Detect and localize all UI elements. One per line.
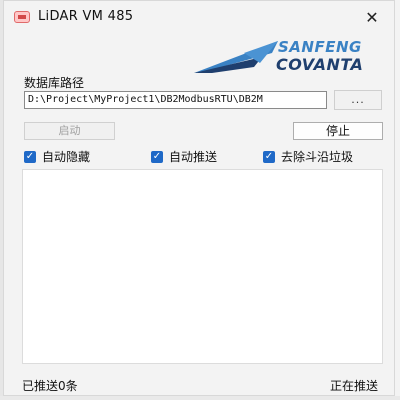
auto-hide-checkbox[interactable]: ✓ 自动隐藏 (24, 148, 90, 165)
logo-swoosh-icon (194, 41, 278, 73)
auto-hide-label: 自动隐藏 (42, 150, 91, 164)
app-window: LiDAR VM 485 ✕ SANFENG COVANTA 数据库路径 D:\… (3, 0, 395, 396)
logo-text-covanta: COVANTA (276, 55, 364, 74)
company-logo: SANFENG COVANTA (192, 37, 387, 77)
title-bar[interactable]: LiDAR VM 485 ✕ (4, 1, 394, 35)
remove-bucket-debris-checkbox[interactable]: ✓ 去除斗沿垃圾 (263, 148, 353, 165)
remove-bucket-debris-label: 去除斗沿垃圾 (281, 150, 354, 164)
checkbox-checked-icon: ✓ (24, 150, 36, 163)
checkbox-checked-icon: ✓ (151, 150, 163, 163)
auto-push-label: 自动推送 (169, 150, 218, 164)
database-path-input[interactable]: D:\Project\MyProject1\DB2ModbusRTU\DB2M (24, 91, 327, 109)
close-button[interactable]: ✕ (350, 1, 394, 33)
window-title: LiDAR VM 485 (38, 9, 134, 24)
auto-push-checkbox[interactable]: ✓ 自动推送 (151, 148, 217, 165)
log-output-area[interactable] (22, 169, 383, 364)
push-state-status: 正在推送 (329, 379, 378, 393)
app-icon (14, 11, 30, 23)
stop-button[interactable]: 停止 (293, 122, 383, 140)
logo-text-sanfeng: SANFENG (278, 38, 362, 56)
sent-count-status: 已推送0条 (22, 379, 78, 393)
checkbox-checked-icon: ✓ (263, 150, 275, 163)
start-button[interactable]: 启动 (24, 122, 115, 140)
background-window-strip (0, 396, 400, 400)
database-path-label: 数据库路径 (24, 76, 85, 90)
browse-button[interactable]: ... (334, 90, 382, 110)
